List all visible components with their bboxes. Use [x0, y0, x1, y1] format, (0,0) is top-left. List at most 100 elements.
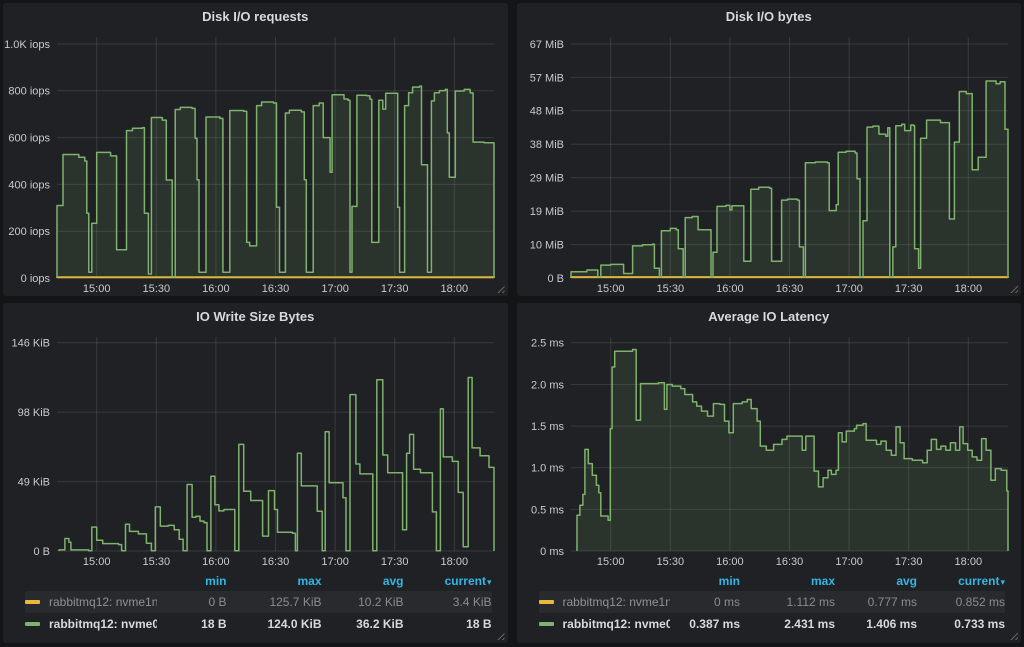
panel-title-average-io-latency[interactable]: Average IO Latency: [517, 303, 1022, 329]
x-axis-label: 17:00: [321, 556, 349, 568]
grafana-dashboard: Disk I/O requests 0 iops200 iops400 iops…: [0, 0, 1024, 647]
chart-canvas[interactable]: 0 B10 MiB19 MiB29 MiB38 MiB48 MiB57 MiB6…: [517, 29, 1022, 296]
series-color-swatch-icon: [25, 600, 40, 604]
legend-io-write-size-bytes: minmaxavgcurrent▾ rabbitmq12: nvme1n1: wr…: [3, 569, 508, 643]
legend-current-value: 3.4 KiB: [404, 595, 492, 609]
x-axis-label: 16:00: [202, 283, 230, 295]
legend-sort-max[interactable]: max: [740, 574, 835, 588]
legend-sort-avg[interactable]: avg: [835, 574, 917, 588]
x-axis-label: 15:30: [143, 283, 171, 295]
legend-series-toggle[interactable]: rabbitmq12: nvme0n1: write: [539, 617, 671, 631]
x-axis-label: 17:30: [894, 556, 922, 568]
y-axis-label: 0 B: [547, 273, 564, 285]
x-axis-label: 15:00: [83, 283, 111, 295]
series-color-swatch-icon: [25, 622, 40, 626]
series-color-swatch-icon: [539, 622, 554, 626]
x-axis-label: 18:00: [954, 283, 982, 295]
panel-title-disk-io-bytes[interactable]: Disk I/O bytes: [517, 3, 1022, 29]
legend-avg-value: 10.2 KiB: [322, 595, 404, 609]
y-axis-label: 0 iops: [21, 273, 51, 285]
legend-series-toggle[interactable]: rabbitmq12: nvme1n1: write: [539, 595, 671, 609]
x-axis-label: 15:00: [596, 556, 624, 568]
legend-sort-min[interactable]: min: [670, 574, 740, 588]
y-axis-label: 0 ms: [540, 546, 564, 558]
x-axis-label: 18:00: [954, 556, 982, 568]
x-axis-label: 17:00: [835, 556, 863, 568]
x-axis-label: 17:30: [381, 283, 409, 295]
legend-sort-current[interactable]: current▾: [404, 574, 492, 588]
legend-max-value: 125.7 KiB: [227, 595, 322, 609]
legend-sort-current[interactable]: current▾: [917, 574, 1005, 588]
legend-current-value: 18 B: [404, 617, 492, 631]
y-axis-label: 1.5 ms: [530, 421, 564, 433]
x-axis-label: 16:30: [262, 556, 290, 568]
y-axis-label: 0 B: [33, 546, 50, 558]
y-axis-label: 2.5 ms: [530, 338, 564, 350]
legend-avg-value: 36.2 KiB: [322, 617, 404, 631]
x-axis-label: 16:00: [202, 556, 230, 568]
legend-max-value: 1.112 ms: [740, 595, 835, 609]
legend-series-label: rabbitmq12: nvme0n1: write: [49, 617, 157, 631]
series-line[interactable]: [59, 378, 494, 552]
chart-io-write-size-bytes[interactable]: 0 B49 KiB98 KiB146 KiB15:0015:3016:0016:…: [3, 329, 508, 569]
y-axis-label: 1.0K iops: [4, 39, 50, 51]
chart-disk-io-bytes[interactable]: 0 B10 MiB19 MiB29 MiB38 MiB48 MiB57 MiB6…: [517, 29, 1022, 296]
panel-disk-io-requests: Disk I/O requests 0 iops200 iops400 iops…: [3, 3, 508, 296]
panel-title-io-write-size-bytes[interactable]: IO Write Size Bytes: [3, 303, 508, 329]
chart-average-io-latency[interactable]: 0 ms 0.5 ms 1.0 ms 1.5 ms 2.0 ms 2.5 ms 15:00 1…: [517, 329, 1022, 569]
y-axis-label: 400 iops: [8, 179, 50, 191]
y-axis-label: 98 KiB: [18, 407, 50, 419]
legend-min-value: 0 B: [157, 595, 227, 609]
legend-min-value: 0 ms: [670, 595, 740, 609]
chart-canvas[interactable]: 0 iops200 iops400 iops600 iops800 iops1.…: [3, 29, 508, 296]
y-axis-label: 1.0 ms: [530, 463, 564, 475]
y-axis-label: 0.5 ms: [530, 504, 564, 516]
x-axis-label: 18:00: [441, 283, 469, 295]
chart-disk-io-requests[interactable]: 0 iops200 iops400 iops600 iops800 iops1.…: [3, 29, 508, 296]
y-axis-label: 800 iops: [8, 86, 50, 98]
x-axis-label: 16:00: [716, 556, 744, 568]
legend-series-toggle[interactable]: rabbitmq12: nvme0n1: write: [25, 617, 157, 631]
x-axis-label: 16:30: [775, 556, 803, 568]
chart-canvas[interactable]: 0 ms 0.5 ms 1.0 ms 1.5 ms 2.0 ms 2.5 ms 15:00 1…: [517, 329, 1022, 569]
y-axis-label: 57 MiB: [529, 72, 563, 84]
x-axis-label: 15:30: [656, 556, 684, 568]
x-axis-label: 17:00: [835, 283, 863, 295]
legend-max-value: 2.431 ms: [740, 617, 835, 631]
x-axis-label: 16:30: [775, 283, 803, 295]
legend-average-io-latency: minmaxavgcurrent▾ rabbitmq12: nvme1n1: wr…: [517, 569, 1022, 643]
x-axis-label: 16:00: [716, 283, 744, 295]
y-axis-label: 600 iops: [8, 132, 50, 144]
x-axis-label: 16:30: [262, 283, 290, 295]
x-axis-label: 15:30: [656, 283, 684, 295]
y-axis-label: 38 MiB: [529, 139, 563, 151]
legend-series-label: rabbitmq12: nvme0n1: write: [563, 617, 671, 631]
legend-avg-value: 0.777 ms: [835, 595, 917, 609]
panel-io-write-size-bytes: IO Write Size Bytes 0 B49 KiB98 KiB146 K…: [3, 303, 508, 643]
legend-sort-avg[interactable]: avg: [322, 574, 404, 588]
legend-avg-value: 1.406 ms: [835, 617, 917, 631]
y-axis-label: 2.0 ms: [530, 379, 564, 391]
x-axis-label: 17:30: [894, 283, 922, 295]
legend-header-row: minmaxavgcurrent▾: [539, 571, 1006, 591]
legend-series-label: rabbitmq12: nvme1n1: write: [49, 595, 157, 609]
panel-average-io-latency: Average IO Latency 0 ms 0.5 ms 1.0 ms 1.5 m…: [517, 303, 1022, 643]
panel-title-disk-io-requests[interactable]: Disk I/O requests: [3, 3, 508, 29]
chart-canvas[interactable]: 0 B49 KiB98 KiB146 KiB15:0015:3016:0016:…: [3, 329, 508, 569]
series-color-swatch-icon: [539, 600, 554, 604]
legend-row: rabbitmq12: nvme0n1: write 18 B 124.0 KiB3…: [25, 613, 492, 635]
y-axis-label: 67 MiB: [529, 39, 563, 51]
x-axis-label: 17:30: [381, 556, 409, 568]
y-axis-label: 10 MiB: [529, 239, 563, 251]
y-axis-label: 29 MiB: [529, 173, 563, 185]
sort-caret-icon: ▾: [487, 577, 492, 587]
legend-sort-max[interactable]: max: [227, 574, 322, 588]
legend-header-row: minmaxavgcurrent▾: [25, 571, 492, 591]
legend-series-toggle[interactable]: rabbitmq12: nvme1n1: write: [25, 595, 157, 609]
legend-max-value: 124.0 KiB: [227, 617, 322, 631]
legend-sort-min[interactable]: min: [157, 574, 227, 588]
legend-series-label: rabbitmq12: nvme1n1: write: [563, 595, 671, 609]
x-axis-label: 15:30: [143, 556, 171, 568]
legend-row: rabbitmq12: nvme0n1: write0.387 ms2.431 …: [539, 613, 1006, 635]
y-axis-label: 146 KiB: [11, 338, 50, 350]
